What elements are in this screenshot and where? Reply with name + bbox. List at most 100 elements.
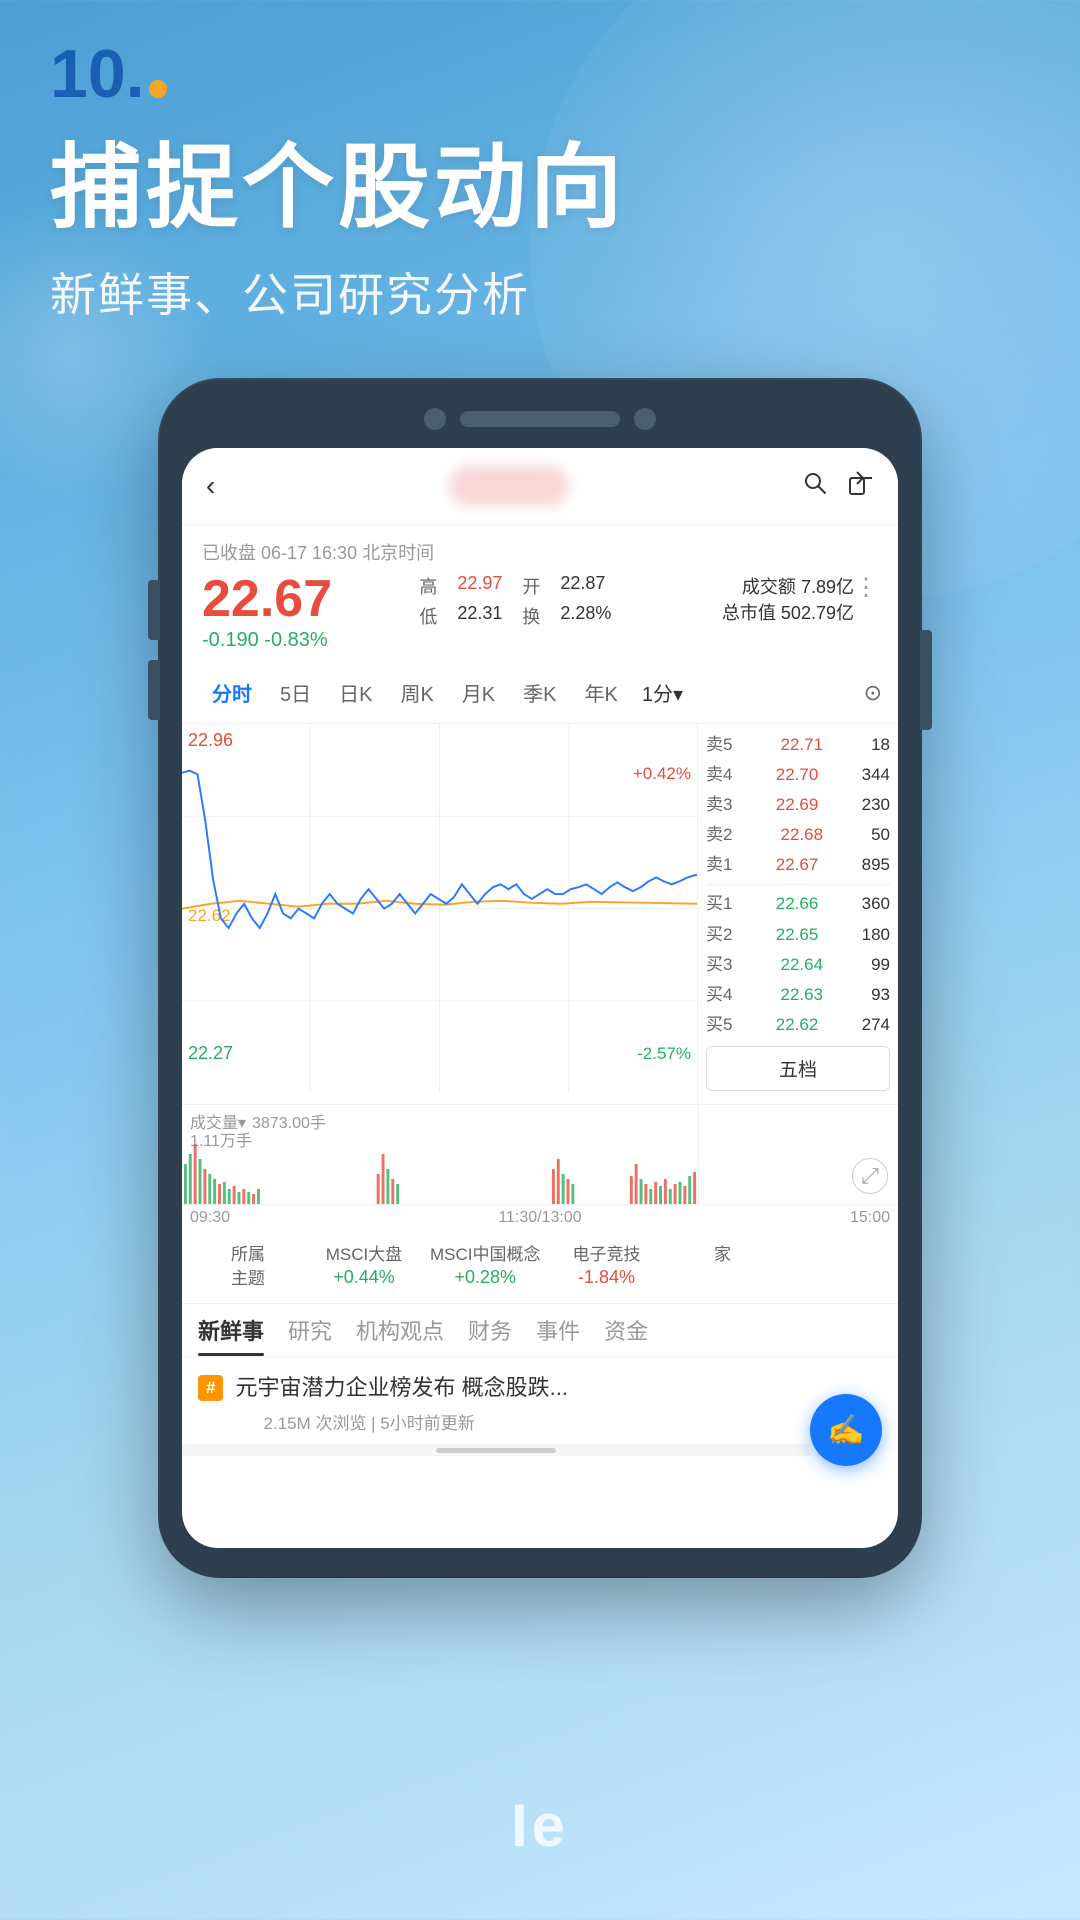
stock-price-row: 22.67 -0.190 -0.83% 高 22.97 开 22.87 [202,573,878,652]
stock-right-info: 成交额 7.89亿 总市值 502.79亿 [637,573,854,625]
phone-speaker [460,411,620,427]
msci-large-pct: +0.44% [314,1267,414,1288]
front-camera2 [634,408,656,430]
tab-dayk[interactable]: 日K [325,672,386,713]
more-options-button[interactable]: ⋮ [854,573,878,602]
phone-frame: ‹ [160,380,920,1576]
news-tab-zijin[interactable]: 资金 [604,1314,648,1356]
subheadline: 新鲜事、公司研究分析 [50,259,1030,325]
time-labels: 09:30 11:30/13:00 15:00 [182,1204,898,1231]
stock-section: 已收盘 06-17 16:30 北京时间 22.67 -0.190 -0.83%… [182,525,898,662]
time-mid: 11:30/13:00 [498,1209,581,1227]
low-value: 22.31 [457,603,502,629]
change-pct: -0.83% [264,629,327,651]
sell-order-1: 卖1 22.67 895 [706,850,890,880]
theme-esports[interactable]: 电子竞技 -1.84% [557,1243,657,1291]
app-logo: 10. [50,40,1030,108]
stock-price: 22.67 [202,573,419,625]
chart-tabs: 分时 5日 日K 周K 月K 季K 年K 1分▾ ⊙ [182,662,898,724]
top-header: 10. 捕捉个股动向 新鲜事、公司研究分析 [0,0,1080,325]
side-button-power [920,630,932,730]
theme-msci-china[interactable]: MSCI中国概念 +0.28% [430,1243,541,1291]
chart-area: 22.96 22.62 22.27 +0.42% -2.57% [182,724,898,1104]
turnover-label: 换 [522,603,540,629]
back-button[interactable]: ‹ [206,470,215,502]
market-cap-label: 总市值 [722,603,776,623]
main-chart: 22.96 22.62 22.27 +0.42% -2.57% [182,724,698,1104]
news-content-1: 元宇宙潜力企业榜发布 概念股跌... 2.15M 次浏览 | 5小时前更新 [235,1373,567,1435]
theme-main-label: 所属主题 [198,1243,298,1291]
phone-notch [182,408,898,430]
market-cap-info: 总市值 502.79亿 [637,599,854,625]
fab-write-button[interactable]: ✍ [810,1394,882,1466]
stock-name-blurred [449,466,569,506]
news-tab-yanjiu[interactable]: 研究 [288,1314,332,1356]
phone-mockup: ‹ [160,380,920,1576]
write-icon: ✍ [827,1413,864,1448]
target-icon[interactable]: ⊙ [864,680,882,706]
volume-right-spacer: ⤢ [698,1105,898,1204]
home-label: 家 [673,1243,773,1267]
news-tabs: 新鲜事 研究 机构观点 财务 事件 资金 [182,1304,898,1357]
esports-label: 电子竞技 [557,1243,657,1267]
turnover-value: 2.28% [560,603,611,629]
time-end: 15:00 [850,1209,890,1227]
phone-screen: ‹ [182,448,898,1548]
buy-order-3: 买3 22.64 99 [706,950,890,980]
order-book: 卖5 22.71 18 卖4 22.70 344 卖3 22.69 230 [698,724,898,1104]
search-button[interactable] [802,470,828,503]
sell-order-5: 卖5 22.71 18 [706,730,890,760]
news-title-1: 元宇宙潜力企业榜发布 概念股跌... [235,1373,567,1404]
volume-main-chart: 成交量▾ 3873.00手 1.11万手 [182,1105,698,1204]
order-divider [706,884,890,885]
logo-text: 10. [50,40,145,108]
tab-yeark[interactable]: 年K [571,672,632,713]
news-tag-1: # [198,1375,223,1401]
open-label: 开 [522,573,540,599]
news-meta-1: 2.15M 次浏览 | 5小时前更新 [235,1409,567,1434]
buy-order-5: 买5 22.62 274 [706,1010,890,1040]
buy-order-4: 买4 22.63 93 [706,980,890,1010]
tab-seasonk[interactable]: 季K [509,672,570,713]
headline: 捕捉个股动向 [50,138,1030,239]
high-label: 高 [419,573,437,599]
news-tab-jigou[interactable]: 机构观点 [356,1314,444,1356]
sell-order-3: 卖3 22.69 230 [706,790,890,820]
market-cap-value: 502.79亿 [781,603,854,623]
sell-order-2: 卖2 22.68 50 [706,820,890,850]
news-tab-caiwu[interactable]: 财务 [468,1314,512,1356]
theme-item-main[interactable]: 所属主题 [198,1243,298,1291]
news-tab-shijian[interactable]: 事件 [536,1314,580,1356]
tab-fenshi[interactable]: 分时 [198,672,266,713]
msci-china-pct: +0.28% [430,1267,541,1288]
stock-details: 高 22.97 开 22.87 低 22.31 换 2.28% [419,573,636,629]
change-amount: -0.190 [202,629,259,651]
msci-large-label: MSCI大盘 [314,1243,414,1267]
stock-change: -0.190 -0.83% [202,629,419,652]
news-tab-xinxianshi[interactable]: 新鲜事 [198,1314,264,1356]
theme-section: 所属主题 MSCI大盘 +0.44% MSCI中国概念 +0.28% 电子竞技 … [182,1231,898,1304]
sell-order-4: 卖4 22.70 344 [706,760,890,790]
stock-status: 已收盘 06-17 16:30 北京时间 [202,539,878,565]
theme-msci-large[interactable]: MSCI大盘 +0.44% [314,1243,414,1291]
tab-1min-dropdown[interactable]: 1分▾ [632,672,693,713]
news-item-1[interactable]: # 元宇宙潜力企业榜发布 概念股跌... 2.15M 次浏览 | 5小时前更新 [182,1357,898,1445]
volume-info: 成交额 7.89亿 [637,573,854,599]
side-button-vol-down [148,660,160,720]
low-label: 低 [419,603,437,629]
volume-label: 成交额 [742,577,796,597]
share-button[interactable] [848,470,874,503]
time-start: 09:30 [190,1209,230,1227]
theme-home[interactable]: 家 [673,1243,773,1291]
tab-weekk[interactable]: 周K [386,672,447,713]
home-indicator [436,1448,556,1453]
tab-5day[interactable]: 5日 [266,672,325,713]
expand-icon[interactable]: ⤢ [852,1158,888,1194]
logo-dot [149,80,167,98]
tab-monthk[interactable]: 月K [448,672,509,713]
open-value: 22.87 [560,573,605,599]
five-tier-button[interactable]: 五档 [706,1046,890,1091]
app-bar-icons [802,470,874,503]
buy-order-1: 买1 22.66 360 [706,889,890,919]
volume-chart-area: 成交量▾ 3873.00手 1.11万手 [182,1104,898,1204]
